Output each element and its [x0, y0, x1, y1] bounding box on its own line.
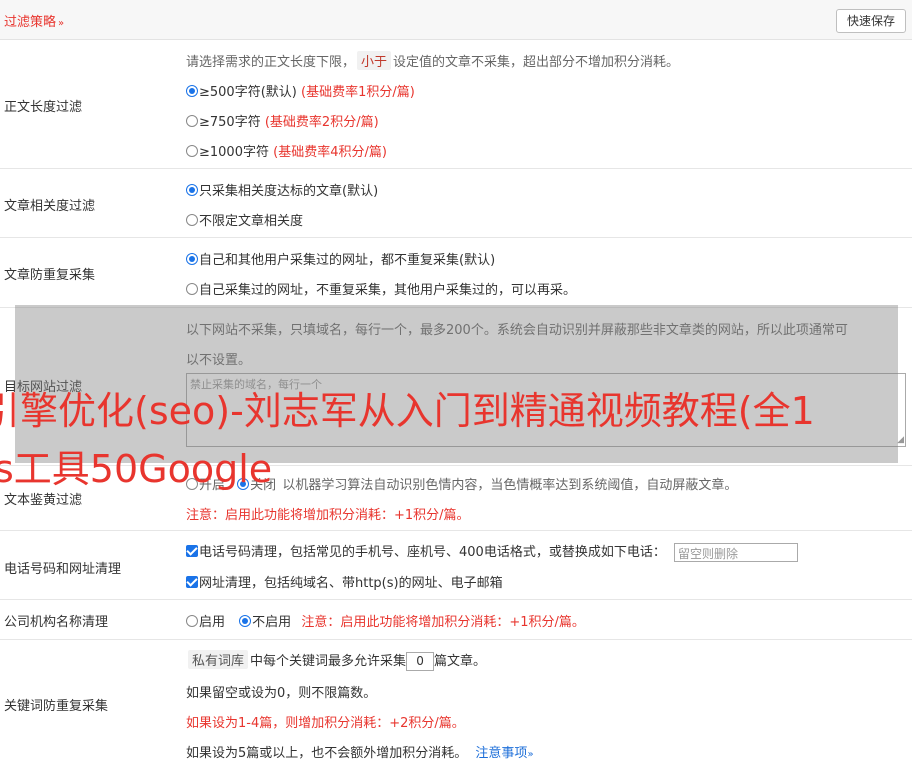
row-label: 关键词防重复采集 [4, 699, 109, 714]
company-filter-options: 启用 不启用 注意：启用此功能将增加积分消耗：+1积分/篇。 [186, 611, 585, 630]
row-label: 文本鉴黄过滤 [4, 493, 83, 508]
relevance-option-qualified[interactable]: 只采集相关度达标的文章(默认) [186, 180, 378, 199]
resize-handle-icon[interactable]: ◢ [897, 435, 904, 445]
row-keyword-dedupe: 关键词防重复采集 私有词库 中每个关键词最多允许采集 0 篇文章。 如果留空或设为0，… [0, 640, 912, 768]
dedupe-option-all[interactable]: 自己和其他用户采集过的网址，都不重复采集(默认) [186, 249, 495, 268]
dedupe-option-self[interactable]: 自己采集过的网址，不重复采集，其他用户采集过的，可以再采。 [186, 279, 576, 298]
radio-icon[interactable] [186, 115, 198, 127]
quick-save-button[interactable]: 快速保存 [836, 9, 906, 33]
length-option-1000[interactable]: ≥1000字符 (基础费率4积分/篇) [186, 141, 387, 160]
keyword-limit-line: 私有词库 中每个关键词最多允许采集 0 篇文章。 [186, 650, 486, 671]
radio-icon[interactable] [186, 145, 198, 157]
radio-icon[interactable] [186, 214, 198, 226]
radio-selected-icon[interactable] [186, 85, 198, 97]
keyword-note-free: 如果设为5篇或以上，也不会额外增加积分消耗。 注意事项» [186, 746, 534, 761]
relevance-option-unlimited[interactable]: 不限定文章相关度 [186, 210, 303, 229]
filter-strategy-toggle[interactable]: 过滤策略» [4, 11, 64, 30]
length-option-500[interactable]: ≥500字符(默认) (基础费率1积分/篇) [186, 81, 415, 100]
checkbox-checked-icon[interactable] [186, 576, 198, 588]
row-phone-filter: 电话号码和网址清理 电话号码清理，包括常见的手机号、座机号、400电话格式，或替… [0, 531, 912, 600]
keyword-limit-input[interactable]: 0 [406, 652, 435, 671]
row-label: 电话号码和网址清理 [4, 562, 122, 577]
row-label: 正文长度过滤 [4, 100, 83, 115]
replace-phone-input[interactable]: 留空则删除 [673, 543, 798, 562]
checkbox-checked-icon[interactable] [186, 545, 198, 557]
header-bar: 过滤策略» 快速保存 [0, 0, 912, 40]
radio-selected-icon[interactable] [186, 253, 198, 265]
row-label: 文章相关度过滤 [4, 199, 96, 214]
notes-link[interactable]: 注意事项» [475, 746, 533, 761]
company-filter-note: 注意：启用此功能将增加积分消耗：+1积分/篇。 [301, 615, 585, 630]
radio-selected-icon[interactable] [239, 615, 252, 627]
gray-overlay [15, 305, 898, 463]
chevron-down-icon: » [58, 18, 65, 29]
keyword-note-cost: 如果设为1-4篇，则增加积分消耗：+2积分/篇。 [186, 716, 465, 731]
radio-selected-icon[interactable] [186, 184, 198, 196]
chevron-down-icon: » [527, 749, 534, 760]
watermark-line-2: s工具50Google [0, 447, 273, 491]
watermark-line-1: 引擎优化(seo)-刘志军从入门到精通视频教程(全1 [0, 389, 815, 433]
porn-filter-note: 注意：启用此功能将增加积分消耗：+1积分/篇。 [186, 508, 470, 523]
header-title: 过滤策略 [4, 15, 57, 30]
row-label: 文章防重复采集 [4, 268, 96, 283]
private-lexicon-tag[interactable]: 私有词库 [188, 650, 249, 669]
phone-cleanup-option[interactable]: 电话号码清理，包括常见的手机号、座机号、400电话格式，或替换成如下电话： 留空… [186, 541, 798, 562]
row-length-filter: 正文长度过滤 请选择需求的正文长度下限， 小于 设定值的文章不采集，超出部分不增加积… [0, 40, 912, 169]
length-option-750[interactable]: ≥750字符 (基础费率2积分/篇) [186, 111, 379, 130]
url-cleanup-option[interactable]: 网址清理，包括纯域名、带http(s)的网址、电子邮箱 [186, 572, 503, 591]
row-dedupe: 文章防重复采集 自己和其他用户采集过的网址，都不重复采集(默认) 自己采集过的网… [0, 238, 912, 308]
less-than-tag: 小于 [357, 51, 392, 70]
radio-icon[interactable] [186, 283, 198, 295]
keyword-note-unlimited: 如果留空或设为0，则不限篇数。 [186, 686, 377, 701]
row-label: 公司机构名称清理 [4, 615, 109, 630]
length-filter-desc: 请选择需求的正文长度下限， 小于 设定值的文章不采集，超出部分不增加积分消耗。 [186, 51, 679, 70]
row-company-filter: 公司机构名称清理 启用 不启用 注意：启用此功能将增加积分消耗：+1积分/篇。 [0, 600, 912, 640]
row-relevance: 文章相关度过滤 只采集相关度达标的文章(默认) 不限定文章相关度 [0, 169, 912, 238]
radio-icon[interactable] [186, 615, 198, 627]
